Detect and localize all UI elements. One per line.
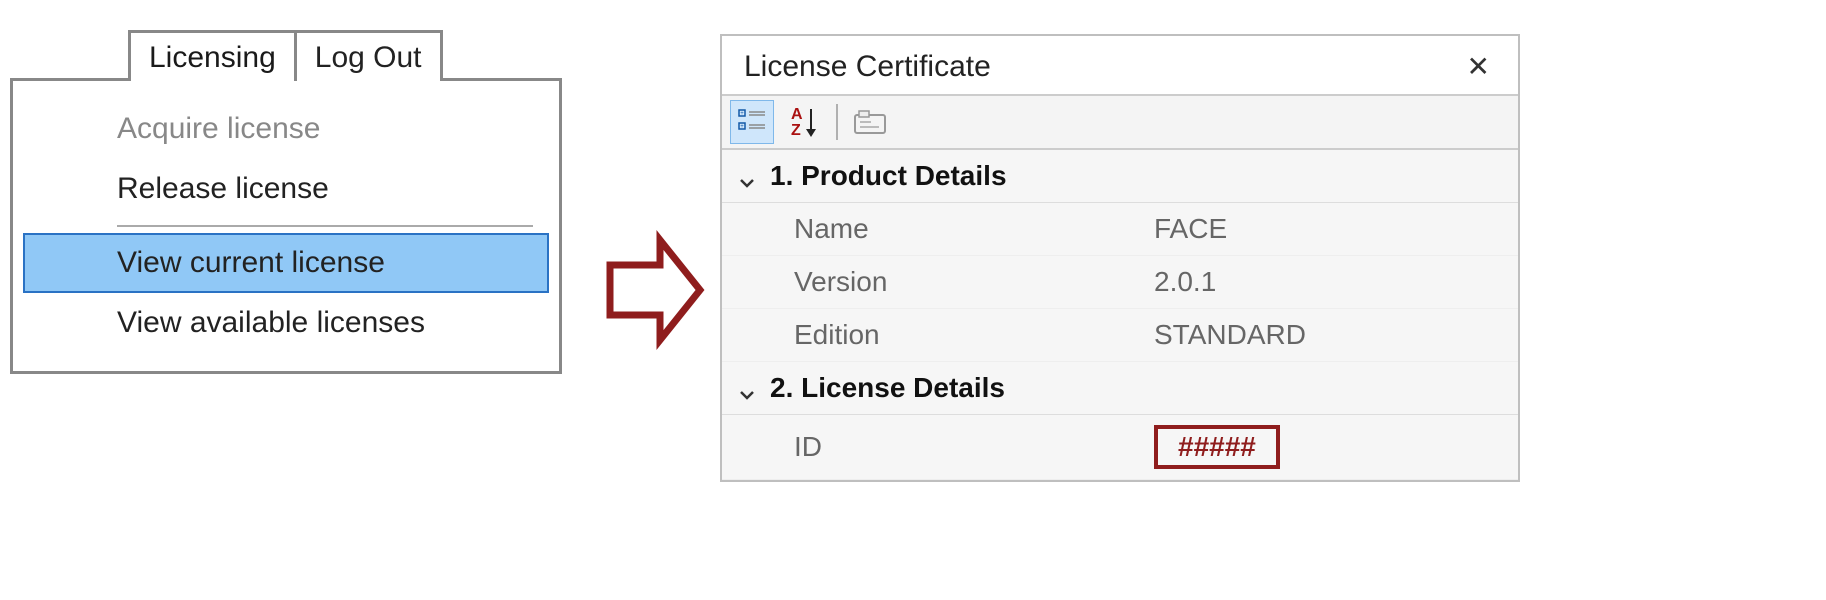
- arrow-icon: [600, 230, 710, 350]
- value-id: #####: [1154, 425, 1502, 469]
- menu-view-available-licenses[interactable]: View available licenses: [13, 293, 559, 353]
- row-version: Version 2.0.1: [722, 256, 1518, 309]
- value-version: 2.0.1: [1154, 266, 1502, 298]
- dialog-title: License Certificate: [744, 50, 991, 84]
- section-title: 2. License Details: [770, 372, 1005, 404]
- tab-licensing[interactable]: Licensing: [128, 30, 297, 81]
- label-edition: Edition: [794, 319, 1154, 351]
- licensing-menu: Licensing Log Out Acquire license Releas…: [10, 30, 562, 374]
- menu-acquire-license: Acquire license: [13, 99, 559, 159]
- row-name: Name FACE: [722, 203, 1518, 256]
- svg-text:Z: Z: [791, 122, 801, 139]
- toolbar-separator: [836, 104, 838, 140]
- alphabetical-sort-button[interactable]: A Z: [782, 100, 826, 144]
- licensing-dropdown: Acquire license Release license View cur…: [10, 78, 562, 374]
- svg-text:+: +: [740, 124, 744, 130]
- chevron-down-icon: [738, 167, 756, 185]
- id-redacted-box: #####: [1154, 425, 1280, 469]
- chevron-down-icon: [738, 379, 756, 397]
- tab-bar: Licensing Log Out: [128, 30, 562, 81]
- label-version: Version: [794, 266, 1154, 298]
- section-title: 1. Product Details: [770, 160, 1007, 192]
- menu-view-current-license[interactable]: View current license: [23, 233, 549, 293]
- value-edition: STANDARD: [1154, 319, 1502, 351]
- close-icon[interactable]: ✕: [1461, 53, 1496, 81]
- section-product-details[interactable]: 1. Product Details: [722, 150, 1518, 203]
- svg-text:+: +: [740, 111, 744, 117]
- tab-logout[interactable]: Log Out: [294, 30, 443, 81]
- dialog-titlebar: License Certificate ✕: [722, 36, 1518, 94]
- property-pages-button[interactable]: [848, 100, 892, 144]
- property-grid: 1. Product Details Name FACE Version 2.0…: [722, 150, 1518, 480]
- row-edition: Edition STANDARD: [722, 309, 1518, 362]
- section-license-details[interactable]: 2. License Details: [722, 362, 1518, 415]
- license-certificate-dialog: License Certificate ✕ + + A Z: [720, 34, 1520, 482]
- property-toolbar: + + A Z: [722, 94, 1518, 150]
- value-name: FACE: [1154, 213, 1502, 245]
- svg-text:A: A: [791, 106, 803, 123]
- label-name: Name: [794, 213, 1154, 245]
- row-id: ID #####: [722, 415, 1518, 480]
- categorized-view-button[interactable]: + +: [730, 100, 774, 144]
- menu-separator: [117, 225, 533, 227]
- menu-release-license[interactable]: Release license: [13, 159, 559, 219]
- label-id: ID: [794, 431, 1154, 463]
